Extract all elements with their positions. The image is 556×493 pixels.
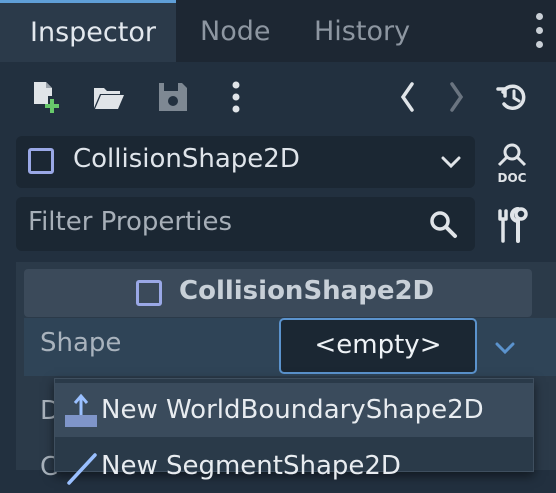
- segment-icon: [67, 453, 97, 485]
- filter-properties-input[interactable]: Filter Properties: [16, 197, 475, 251]
- chevron-down-icon: [441, 156, 461, 169]
- search-icon: [430, 211, 457, 238]
- property-label: Shape: [40, 328, 122, 358]
- world-boundary-icon: [65, 393, 97, 427]
- new-resource-icon[interactable]: [30, 80, 64, 114]
- object-selector[interactable]: CollisionShape2D: [16, 136, 475, 188]
- tab-inspector-label: Inspector: [30, 17, 156, 48]
- tab-inspector[interactable]: Inspector: [0, 0, 176, 62]
- tab-history-label: History: [314, 15, 411, 47]
- menu-item-new-world-boundary[interactable]: New WorldBoundaryShape2D: [55, 383, 533, 437]
- open-folder-icon[interactable]: [92, 80, 126, 114]
- shape-value: <empty>: [314, 330, 442, 360]
- chevron-down-icon[interactable]: [494, 337, 516, 359]
- section-header[interactable]: CollisionShape2D: [24, 269, 532, 317]
- tab-node[interactable]: Node: [200, 0, 270, 62]
- save-icon[interactable]: [156, 80, 190, 114]
- section-title: CollisionShape2D: [179, 276, 435, 306]
- tab-node-label: Node: [200, 15, 271, 47]
- tab-history[interactable]: History: [314, 0, 410, 62]
- collision-shape-2d-icon: [28, 148, 54, 174]
- shape-resource-picker[interactable]: <empty>: [279, 318, 477, 374]
- history-icon[interactable]: [496, 80, 530, 114]
- dock-menu-icon[interactable]: [532, 12, 546, 50]
- doc-label: DOC: [498, 171, 527, 185]
- back-icon[interactable]: [392, 80, 426, 114]
- doc-button[interactable]: DOC: [490, 138, 534, 186]
- object-class-name: CollisionShape2D: [73, 144, 300, 174]
- filter-placeholder: Filter Properties: [28, 207, 233, 237]
- menu-item-label: New SegmentShape2D: [101, 451, 401, 481]
- inspector-toolbar: [0, 62, 556, 130]
- new-resource-dropdown: New WorldBoundaryShape2D New SegmentShap…: [54, 378, 534, 485]
- collision-shape-2d-icon: [136, 280, 162, 306]
- dock-tab-bar: Inspector Node History: [0, 0, 556, 62]
- tools-icon[interactable]: [492, 205, 532, 245]
- menu-item-label: New WorldBoundaryShape2D: [101, 395, 484, 425]
- forward-icon[interactable]: [438, 80, 472, 114]
- object-menu-icon[interactable]: [219, 80, 253, 114]
- menu-item-new-segment[interactable]: New SegmentShape2D: [55, 439, 533, 493]
